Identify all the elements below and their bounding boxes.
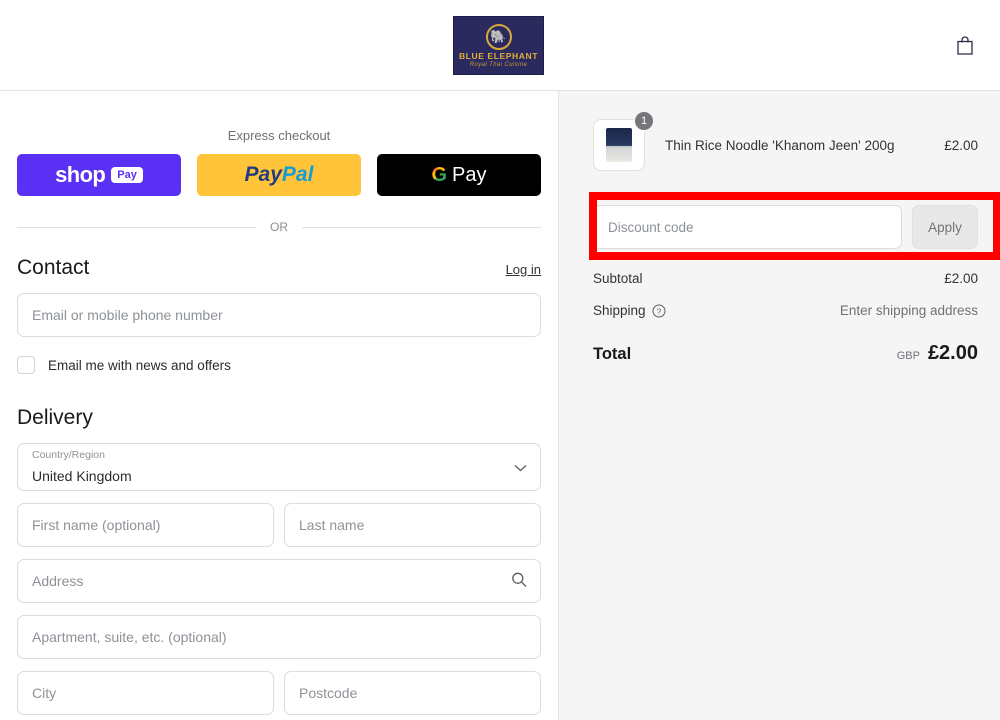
postcode-field[interactable]: Postcode (284, 671, 541, 715)
address-field[interactable]: Address (17, 559, 541, 603)
email-placeholder: Email or mobile phone number (32, 307, 223, 323)
divider-line-right (302, 226, 541, 228)
or-divider: OR (17, 220, 541, 234)
country-region-value: United Kingdom (32, 468, 132, 484)
shipping-label: Shipping (593, 303, 646, 318)
newsletter-checkbox[interactable] (17, 356, 35, 374)
paypal-button[interactable]: Pay Pal (197, 154, 361, 196)
elephant-icon: 🐘 (485, 23, 512, 50)
brand-logo[interactable]: 🐘 BLUE ELEPHANT Royal Thai Cuisine (453, 16, 544, 75)
apartment-placeholder: Apartment, suite, etc. (optional) (32, 629, 227, 645)
express-checkout-buttons: shop Pay Pay Pal G Pay (17, 154, 541, 196)
logo-brand-name: BLUE ELEPHANT (458, 50, 539, 61)
last-name-field[interactable]: Last name (284, 503, 541, 547)
subtotal-row: Subtotal £2.00 (593, 271, 978, 286)
total-amount-wrap: GBP £2.00 (897, 342, 978, 365)
log-in-link[interactable]: Log in (506, 262, 541, 277)
divider-line-left (17, 226, 256, 228)
shop-pay-label: shop (55, 162, 106, 187)
address-placeholder: Address (32, 573, 84, 589)
quantity-badge: 1 (634, 111, 654, 131)
city-postcode-row: City Postcode (17, 671, 541, 715)
subtotal-value: £2.00 (944, 271, 978, 286)
country-region-select[interactable]: Country/Region United Kingdom (17, 443, 541, 491)
first-name-placeholder: First name (optional) (32, 517, 161, 533)
google-pay-label: Pay (452, 163, 487, 186)
line-item-name: Thin Rice Noodle 'Khanom Jeen' 200g (665, 137, 895, 153)
checkout-form-column: Express checkout shop Pay Pay Pal G Pay O… (0, 91, 558, 720)
checkout-body: Express checkout shop Pay Pay Pal G Pay O… (0, 91, 1000, 720)
logo-tagline: Royal Thai Cuisine (469, 61, 528, 68)
line-item: 1 Thin Rice Noodle 'Khanom Jeen' 200g £2… (593, 111, 978, 171)
line-item-price: £2.00 (944, 137, 978, 153)
shopping-bag-icon[interactable] (952, 32, 978, 58)
line-item-thumbnail-wrap: 1 (593, 111, 654, 171)
city-field[interactable]: City (17, 671, 274, 715)
postcode-placeholder: Postcode (299, 685, 358, 701)
country-region-label: Country/Region (32, 449, 105, 461)
svg-text:?: ? (656, 307, 661, 316)
question-mark-circle-icon[interactable]: ? (652, 304, 666, 318)
shipping-value: Enter shipping address (839, 303, 978, 318)
discount-highlight-box (589, 192, 1000, 260)
shop-pay-badge: Pay (111, 167, 143, 183)
paypal-label-pal: Pal (281, 163, 314, 186)
email-field[interactable]: Email or mobile phone number (17, 293, 541, 337)
total-value: £2.00 (927, 342, 978, 364)
subtotal-label: Subtotal (593, 271, 643, 286)
chevron-down-icon (514, 459, 527, 475)
total-label: Total (593, 345, 632, 363)
site-header: 🐘 BLUE ELEPHANT Royal Thai Cuisine (0, 0, 1000, 91)
search-icon[interactable] (511, 572, 527, 591)
shop-pay-button[interactable]: shop Pay (17, 154, 181, 196)
delivery-title: Delivery (17, 406, 93, 429)
apartment-field[interactable]: Apartment, suite, etc. (optional) (17, 615, 541, 659)
newsletter-checkbox-row[interactable]: Email me with news and offers (17, 356, 541, 374)
city-placeholder: City (32, 685, 57, 701)
shipping-row: Shipping ? Enter shipping address (593, 303, 978, 318)
divider-text: OR (270, 220, 288, 234)
first-name-field[interactable]: First name (optional) (17, 503, 274, 547)
express-checkout-label: Express checkout (227, 128, 331, 143)
google-pay-button[interactable]: G Pay (377, 154, 541, 196)
name-fields-row: First name (optional) Last name (17, 503, 541, 547)
contact-section-header: Contact Log in (17, 256, 541, 280)
google-g-icon: G (431, 164, 448, 186)
last-name-placeholder: Last name (299, 517, 365, 533)
total-row: Total GBP £2.00 (593, 342, 978, 365)
order-summary-column: 1 Thin Rice Noodle 'Khanom Jeen' 200g £2… (558, 91, 1000, 720)
paypal-label-pay: Pay (244, 163, 282, 186)
newsletter-label: Email me with news and offers (48, 357, 231, 373)
shipping-label-wrap: Shipping ? (593, 303, 666, 318)
total-currency: GBP (896, 350, 920, 362)
contact-title: Contact (17, 256, 90, 279)
totals-section: Subtotal £2.00 Shipping ? Enter shipping… (593, 271, 978, 318)
